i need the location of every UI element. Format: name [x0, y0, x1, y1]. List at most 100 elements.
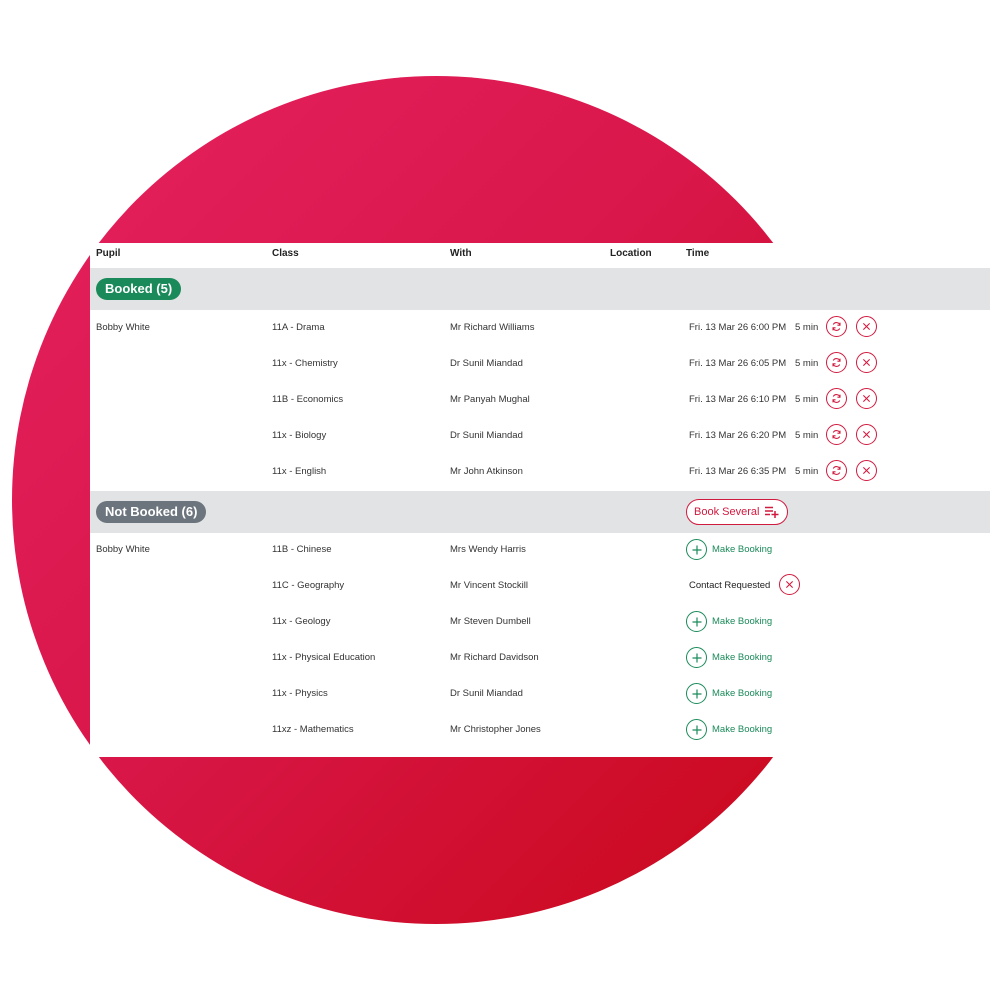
swap-icon — [832, 322, 841, 331]
pupil-name: Bobby White — [96, 544, 150, 555]
teacher-name: Mr Panyah Mughal — [450, 394, 530, 405]
teacher-name: Mr Steven Dumbell — [450, 616, 531, 627]
class-name: 11x - English — [272, 466, 327, 477]
class-name: 11B - Chinese — [272, 544, 332, 555]
class-name: 11x - Chemistry — [272, 358, 338, 369]
make-booking-button[interactable]: Make Booking — [686, 610, 772, 633]
table-header: Pupil Class With Location Time — [90, 243, 990, 268]
teacher-name: Mr Richard Williams — [450, 322, 535, 333]
swap-appointment-button[interactable] — [826, 352, 847, 373]
not-booked-row: 11x - Geology Mr Steven Dumbell Make Booki… — [90, 604, 990, 640]
book-several-button[interactable]: Book Several — [686, 499, 789, 525]
teacher-name: Dr Sunil Miandad — [450, 358, 523, 369]
header-class: Class — [272, 248, 299, 259]
not-booked-row: 11x - Physics Dr Sunil Miandad Make Bookin… — [90, 676, 990, 712]
class-name: 11x - Geology — [272, 616, 331, 627]
make-booking-label: Make Booking — [712, 652, 773, 663]
bookings-table: Pupil Class With Location Time Booked (5… — [90, 243, 990, 757]
appointment-time: Fri. 13 Mar 26 6:05 PM — [689, 358, 787, 369]
appointment-time: Fri. 13 Mar 26 6:20 PM — [689, 430, 787, 441]
make-booking-label: Make Booking — [712, 724, 773, 735]
plus-circle — [686, 647, 707, 668]
swap-icon — [832, 394, 841, 403]
cancel-appointment-button[interactable] — [856, 388, 877, 409]
book-several-label: Book Several — [694, 506, 760, 518]
not-booked-row: Bobby White 11B - Chinese Mrs Wendy Harris… — [90, 532, 990, 568]
make-booking-button[interactable]: Make Booking — [686, 682, 772, 705]
header-pupil: Pupil — [96, 248, 121, 259]
swap-appointment-button[interactable] — [826, 388, 847, 409]
booked-row: 11B - Economics Mr Panyah Mughal Fri. 13 M… — [90, 382, 990, 418]
appointment-time: Fri. 13 Mar 26 6:35 PM — [689, 466, 787, 477]
swap-icon — [832, 358, 841, 367]
not-booked-badge[interactable]: Not Booked (6) — [96, 501, 207, 523]
plus-icon — [692, 689, 701, 698]
make-booking-button[interactable]: Make Booking — [686, 646, 772, 669]
swap-icon — [832, 466, 841, 475]
not-booked-group-bar: Not Booked (6) Book Several — [90, 491, 990, 533]
plus-circle — [686, 683, 707, 704]
cancel-appointment-button[interactable] — [856, 352, 877, 373]
class-name: 11B - Economics — [272, 394, 344, 405]
class-name: 11A - Drama — [272, 322, 325, 333]
close-icon — [862, 466, 871, 475]
appointment-duration: 5 min — [795, 430, 819, 441]
plus-circle — [686, 611, 707, 632]
cancel-appointment-button[interactable] — [856, 316, 877, 337]
make-booking-label: Make Booking — [712, 688, 773, 699]
cancel-contact-request-button[interactable] — [779, 574, 800, 595]
class-name: 11xz - Mathematics — [272, 724, 354, 735]
appointment-duration: 5 min — [795, 394, 819, 405]
swap-appointment-button[interactable] — [826, 460, 847, 481]
teacher-name: Mr John Atkinson — [450, 466, 523, 477]
plus-circle — [686, 539, 707, 560]
playlist-add-icon — [765, 506, 779, 518]
class-name: 11x - Physics — [272, 688, 328, 699]
teacher-name: Mr Vincent Stockill — [450, 580, 528, 591]
teacher-name: Mr Richard Davidson — [450, 652, 539, 663]
contact-requested-label: Contact Requested — [689, 580, 771, 591]
appointment-time: Fri. 13 Mar 26 6:00 PM — [689, 322, 787, 333]
plus-circle — [686, 719, 707, 740]
appointment-time: Fri. 13 Mar 26 6:10 PM — [689, 394, 787, 405]
class-name: 11x - Physical Education — [272, 652, 376, 663]
teacher-name: Dr Sunil Miandad — [450, 688, 523, 699]
make-booking-button[interactable]: Make Booking — [686, 718, 772, 741]
swap-appointment-button[interactable] — [826, 316, 847, 337]
close-icon — [862, 394, 871, 403]
plus-icon — [692, 725, 701, 734]
teacher-name: Dr Sunil Miandad — [450, 430, 523, 441]
booked-group-bar: Booked (5) — [90, 268, 990, 310]
not-booked-row: 11xz - Mathematics Mr Christopher Jones Ma… — [90, 712, 990, 748]
appointment-duration: 5 min — [795, 322, 819, 333]
close-icon — [862, 358, 871, 367]
cancel-appointment-button[interactable] — [856, 460, 877, 481]
make-booking-label: Make Booking — [712, 616, 773, 627]
booked-row: 11x - Biology Dr Sunil Miandad Fri. 13 Mar… — [90, 418, 990, 454]
swap-icon — [832, 430, 841, 439]
header-with: With — [450, 248, 472, 259]
booked-row: Bobby White 11A - Drama Mr Richard William… — [90, 310, 990, 346]
plus-icon — [692, 617, 701, 626]
make-booking-button[interactable]: Make Booking — [686, 538, 772, 561]
class-name: 11C - Geography — [272, 580, 345, 591]
plus-icon — [692, 653, 701, 662]
not-booked-row: 11x - Physical Education Mr Richard David… — [90, 640, 990, 676]
plus-icon — [692, 545, 701, 554]
class-name: 11x - Biology — [272, 430, 327, 441]
close-icon — [862, 322, 871, 331]
not-booked-row: 11C - Geography Mr Vincent Stockill Contac… — [90, 568, 990, 604]
swap-appointment-button[interactable] — [826, 424, 847, 445]
header-location: Location — [610, 248, 652, 259]
appointment-duration: 5 min — [795, 466, 819, 477]
teacher-name: Mr Christopher Jones — [450, 724, 541, 735]
booked-row: 11x - English Mr John Atkinson Fri. 13 Mar… — [90, 454, 990, 490]
cancel-appointment-button[interactable] — [856, 424, 877, 445]
make-booking-label: Make Booking — [712, 544, 773, 555]
appointment-duration: 5 min — [795, 358, 819, 369]
header-time: Time — [686, 248, 710, 259]
close-icon — [785, 580, 794, 589]
pupil-name: Bobby White — [96, 322, 150, 333]
teacher-name: Mrs Wendy Harris — [450, 544, 526, 555]
booked-badge[interactable]: Booked (5) — [96, 278, 182, 300]
